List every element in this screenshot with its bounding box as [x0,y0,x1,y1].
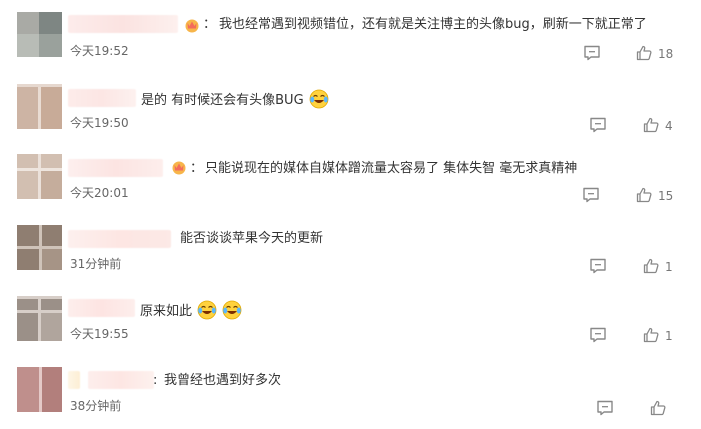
reply-icon[interactable] [589,258,607,274]
comment-time: 今天19:55 [70,327,129,341]
comment-time: 今天19:52 [70,44,129,58]
like-button[interactable]: 1 [643,327,679,345]
comment-text-line: 原来如此 [140,300,242,321]
thumbs-up-icon [643,258,659,274]
comment-time: 今天19:50 [70,116,129,130]
like-count: 15 [658,189,674,203]
colon-separator: ： [190,161,204,176]
colon-separator: : [153,373,158,388]
comment-time: 今天20:01 [70,186,129,200]
reply-icon[interactable] [583,45,601,61]
like-button[interactable] [650,400,670,418]
avatar[interactable] [17,154,62,199]
username-blurred[interactable] [68,89,136,107]
reply-icon[interactable] [589,117,607,133]
thumbs-up-icon [643,117,659,133]
avatar[interactable] [17,225,62,270]
crown-badge-icon [172,161,186,175]
comment-item: 原来如此 今天19:55 1 [0,284,701,354]
username-blurred[interactable] [88,371,154,389]
comment-text: 原来如此 [140,304,193,319]
like-count: 1 [665,260,673,274]
comment-text-line: 是的 有时候还会有头像BUG [141,89,329,110]
thumbs-up-icon [636,187,652,203]
like-count: 18 [658,47,674,61]
comment-text: 是的 有时候还会有头像BUG [141,93,304,108]
thumbs-up-icon [643,327,659,343]
laughing-tears-emoji-icon [309,89,329,109]
comment-text: 只能说现在的媒体自媒体蹭流量太容易了 集体失智 毫无求真精神 [205,161,578,176]
like-button[interactable]: 18 [636,45,676,63]
avatar[interactable] [17,367,62,412]
comment-item: 能否谈谈苹果今天的更新 31分钟前 1 [0,213,701,283]
comment-text: 我也经常遇到视频错位，还有就是关注博主的头像bug，刷新一下就正常了 [219,17,647,32]
crown-badge-icon [185,19,199,33]
laughing-tears-emoji-icon [197,300,217,320]
reply-icon[interactable] [596,400,614,416]
reply-icon[interactable] [589,327,607,343]
comment-item: 是的 有时候还会有头像BUG 今天19:50 4 [0,72,701,142]
comment-item: : 我曾经也遇到好多次 38分钟前 [0,355,701,425]
comment-time: 38分钟前 [70,399,122,413]
thumbs-up-icon [650,400,666,416]
like-button[interactable]: 15 [636,187,680,205]
avatar[interactable] [17,84,62,129]
avatar[interactable] [17,12,62,57]
reply-icon[interactable] [582,187,600,203]
username-blurred[interactable] [68,159,163,177]
comment-text: 能否谈谈苹果今天的更新 [180,231,324,246]
like-count: 4 [665,119,673,133]
like-button[interactable]: 4 [643,117,679,135]
comment-text: 我曾经也遇到好多次 [164,373,282,388]
comment-item: ： 只能说现在的媒体自媒体蹭流量太容易了 集体失智 毫无求真精神 今天20:01… [0,142,701,212]
username-blurred[interactable] [68,371,80,389]
like-button[interactable]: 1 [643,258,679,276]
username-blurred[interactable] [68,15,178,33]
thumbs-up-icon [636,45,652,61]
laughing-tears-emoji-icon [222,300,242,320]
username-blurred[interactable] [68,230,171,248]
avatar[interactable] [17,296,62,341]
colon-separator: ： [203,17,217,32]
comment-item: ： 我也经常遇到视频错位，还有就是关注博主的头像bug，刷新一下就正常了 今天1… [0,0,701,70]
comment-time: 31分钟前 [70,257,122,271]
username-blurred[interactable] [68,299,135,317]
like-count: 1 [665,329,673,343]
